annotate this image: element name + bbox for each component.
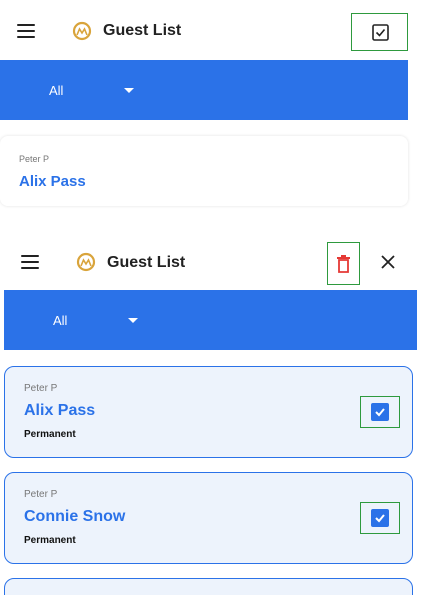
menu-icon[interactable] xyxy=(17,19,41,43)
guest-card[interactable]: Peter P Connie Snow Permanent xyxy=(4,472,413,564)
guest-type: Permanent xyxy=(24,535,76,546)
trash-icon xyxy=(337,255,350,273)
page-title: Guest List xyxy=(107,254,186,271)
guest-card-peek[interactable] xyxy=(4,578,413,595)
checkmark-icon xyxy=(375,408,385,417)
guest-list-screen-default: Guest List All Peter P Alix Pass xyxy=(0,0,427,210)
app-logo-icon xyxy=(76,252,96,272)
guest-select-highlight xyxy=(360,396,400,428)
filter-bar: All xyxy=(4,290,417,350)
filter-dropdown-value[interactable]: All xyxy=(53,313,67,328)
card-clip xyxy=(0,186,408,206)
dropdown-caret-icon[interactable] xyxy=(124,88,134,93)
guest-name: Alix Pass xyxy=(24,402,96,419)
app-logo-icon xyxy=(72,21,92,41)
close-icon[interactable] xyxy=(381,255,395,269)
guest-card-partial[interactable]: Peter P Alix Pass xyxy=(0,136,408,206)
app-bar: Guest List xyxy=(0,0,427,58)
guest-list-screen-selection: Guest List All Peter P Alix Pass Permane… xyxy=(0,232,427,595)
guest-name: Connie Snow xyxy=(24,508,126,525)
checkbox-icon xyxy=(372,24,389,41)
menu-icon[interactable] xyxy=(21,250,45,274)
guest-select-checkbox[interactable] xyxy=(371,509,389,527)
guest-host: Peter P xyxy=(19,154,50,164)
guest-select-highlight xyxy=(360,502,400,534)
guest-select-checkbox[interactable] xyxy=(371,403,389,421)
dropdown-caret-icon[interactable] xyxy=(128,318,138,323)
guest-host: Peter P xyxy=(24,383,58,394)
delete-button[interactable] xyxy=(327,242,360,285)
guest-card[interactable]: Peter P Alix Pass Permanent xyxy=(4,366,413,458)
filter-dropdown-value[interactable]: All xyxy=(49,83,63,98)
select-mode-button[interactable] xyxy=(351,13,408,51)
app-bar-selection: Guest List xyxy=(0,232,427,290)
guest-type: Permanent xyxy=(24,429,76,440)
checkmark-icon xyxy=(375,514,385,523)
page-title: Guest List xyxy=(103,22,182,39)
guest-host: Peter P xyxy=(24,489,58,500)
filter-bar: All xyxy=(0,60,408,120)
